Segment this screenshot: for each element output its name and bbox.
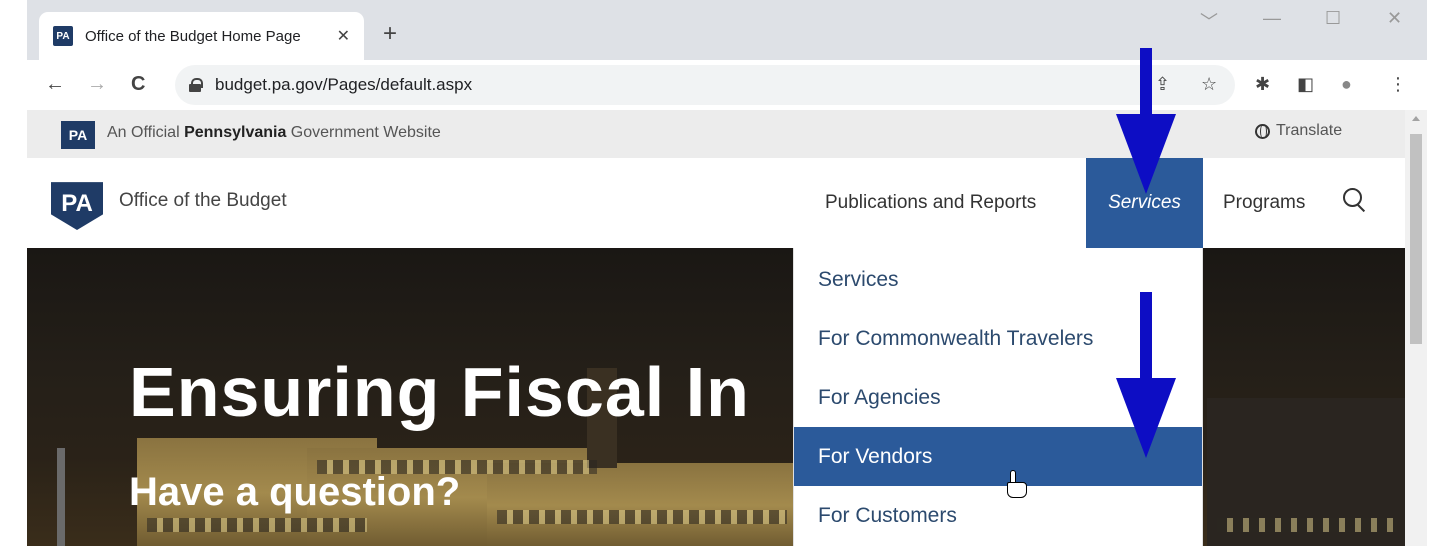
annotation-arrow-down-icon [1116,48,1176,194]
browser-toolbar: ← → C budget.pa.gov/Pages/default.aspx ⇪… [27,60,1427,110]
hero-building [487,463,797,546]
browser-window: PA Office of the Budget Home Page ✕ + ﹀ … [27,0,1427,546]
official-banner: PA An Official Pennsylvania Government W… [27,110,1405,158]
tab-search-icon[interactable]: ﹀ [1200,8,1218,34]
lock-icon[interactable] [189,78,203,92]
pa-logo-icon[interactable]: PA [51,178,103,230]
hero-windows [147,518,367,532]
translate-button[interactable]: Translate [1255,122,1342,140]
hero-spire [57,448,65,546]
back-arrow-icon[interactable]: ← [45,73,65,96]
tab-title: Office of the Budget Home Page [85,27,301,45]
new-tab-icon[interactable]: + [383,20,397,48]
web-page: PA An Official Pennsylvania Government W… [27,110,1405,546]
official-prefix: An Official [107,124,185,141]
translate-label: Translate [1276,122,1343,139]
side-panel-icon[interactable]: ◧ [1297,74,1314,95]
annotation-arrow-down-icon [1116,292,1176,462]
pa-favicon-icon: PA [53,26,73,46]
browser-menu-icon[interactable]: ⋮ [1389,74,1407,95]
browser-tab[interactable]: PA Office of the Budget Home Page ✕ [39,12,364,60]
extensions-icon[interactable]: ✱ [1255,74,1270,95]
nav-programs[interactable]: Programs [1223,158,1305,248]
hero-title: Ensuring Fiscal In [129,353,750,431]
site-title[interactable]: Office of the Budget [119,190,287,212]
hand-cursor-icon [1004,470,1030,500]
search-icon[interactable] [1343,188,1367,212]
globe-icon [1255,123,1270,139]
official-state: Pennsylvania [184,124,287,141]
site-header: PA Office of the Budget Publications and… [27,158,1405,248]
forward-arrow-icon[interactable]: → [87,73,107,96]
scrollbar-thumb[interactable] [1410,134,1422,344]
page-scrollbar[interactable] [1405,110,1427,546]
reload-icon[interactable]: C [131,73,145,96]
profile-avatar-icon[interactable]: ● [1341,74,1352,95]
hero-windows [497,510,787,524]
address-bar[interactable]: budget.pa.gov/Pages/default.aspx [175,65,1235,105]
dropdown-item-customers[interactable]: For Customers [794,486,1202,545]
pa-keystone-icon: PA [61,121,95,149]
hero-subtitle: Have a question? [129,470,461,514]
hero-windows [1217,518,1397,532]
url-text: budget.pa.gov/Pages/default.aspx [215,75,473,94]
scroll-up-icon[interactable] [1412,116,1420,121]
nav-publications-and-reports[interactable]: Publications and Reports [825,158,1036,248]
official-banner-text: An Official Pennsylvania Government Webs… [107,124,441,142]
minimize-icon[interactable]: — [1263,8,1281,29]
close-window-icon[interactable]: ✕ [1387,8,1402,29]
bookmark-star-icon[interactable]: ☆ [1201,74,1217,95]
tab-strip: PA Office of the Budget Home Page ✕ + ﹀ … [27,0,1427,60]
logo-text: PA [61,190,93,217]
maximize-icon[interactable]: ☐ [1325,8,1341,29]
official-suffix: Government Website [286,124,441,141]
tab-close-icon[interactable]: ✕ [337,26,350,46]
